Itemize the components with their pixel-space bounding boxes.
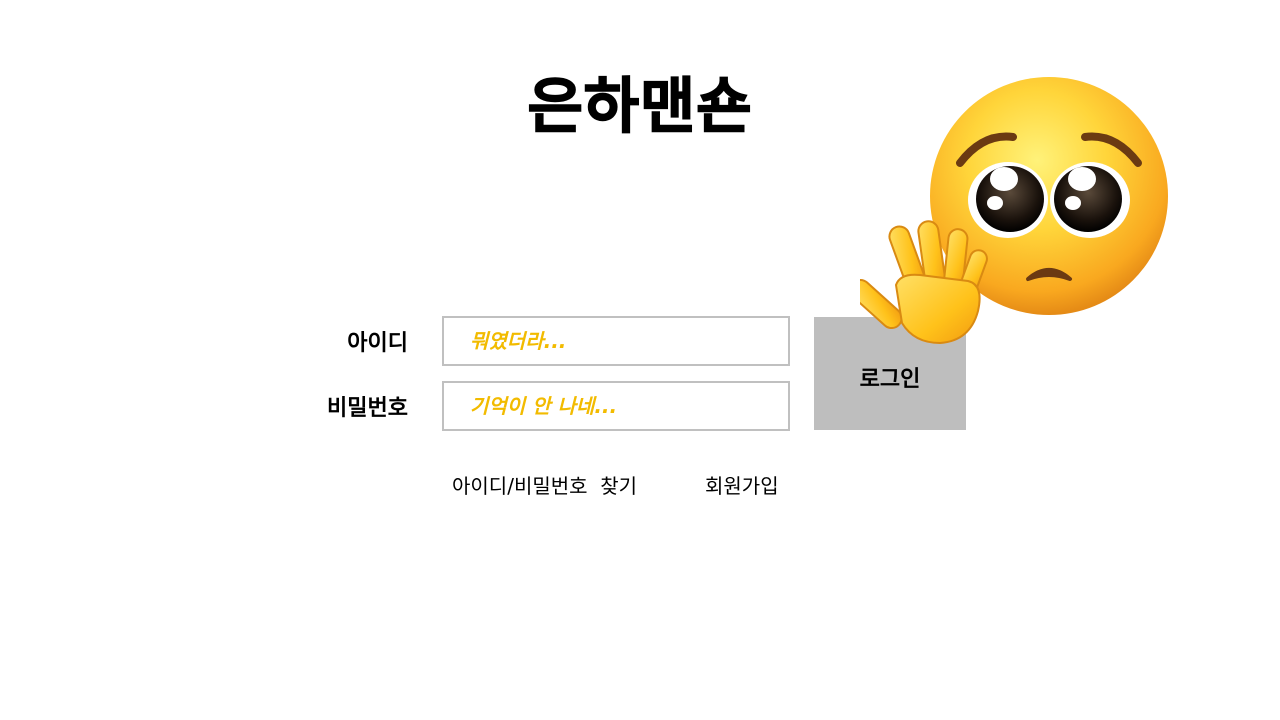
id-label: 아이디 — [347, 331, 408, 356]
raised-hand-icon — [860, 220, 988, 345]
sign-up-link[interactable]: 회원가입 — [705, 470, 779, 499]
login-page: 은하맨숀 아이디 비밀번호 로그인 아이디/비밀번호 찾기 회원가입 — [0, 0, 1280, 720]
password-input[interactable] — [442, 381, 790, 431]
id-input[interactable] — [442, 316, 790, 366]
password-label: 비밀번호 — [327, 396, 408, 421]
find-account-link[interactable]: 아이디/비밀번호 찾기 — [452, 470, 637, 499]
